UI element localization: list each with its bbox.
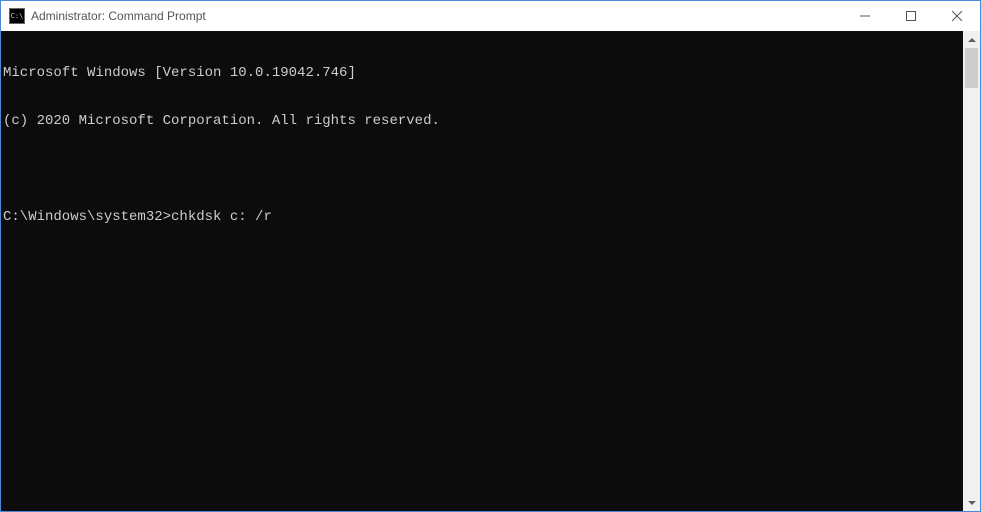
command-prompt-window: C:\ Administrator: Command Prompt Micros… <box>0 0 981 512</box>
titlebar[interactable]: C:\ Administrator: Command Prompt <box>1 1 980 31</box>
scroll-track[interactable] <box>963 48 980 494</box>
maximize-button[interactable] <box>888 1 934 31</box>
cmd-icon-text: C:\ <box>11 13 24 20</box>
terminal-prompt: C:\Windows\system32> <box>3 209 171 225</box>
terminal-wrapper: Microsoft Windows [Version 10.0.19042.74… <box>1 31 980 511</box>
terminal-line <box>3 161 963 177</box>
minimize-icon <box>860 11 870 21</box>
scroll-thumb[interactable] <box>965 48 978 88</box>
scroll-up-arrow[interactable] <box>963 31 980 48</box>
terminal-line: Microsoft Windows [Version 10.0.19042.74… <box>3 65 963 81</box>
terminal-command: chkdsk c: /r <box>171 209 272 225</box>
terminal[interactable]: Microsoft Windows [Version 10.0.19042.74… <box>1 31 963 511</box>
terminal-line: (c) 2020 Microsoft Corporation. All righ… <box>3 113 963 129</box>
window-title: Administrator: Command Prompt <box>31 9 842 23</box>
maximize-icon <box>906 11 916 21</box>
scroll-down-arrow[interactable] <box>963 494 980 511</box>
window-controls <box>842 1 980 31</box>
minimize-button[interactable] <box>842 1 888 31</box>
cmd-icon: C:\ <box>9 8 25 24</box>
vertical-scrollbar[interactable] <box>963 31 980 511</box>
close-button[interactable] <box>934 1 980 31</box>
close-icon <box>952 11 962 21</box>
chevron-up-icon <box>968 38 976 42</box>
terminal-prompt-line: C:\Windows\system32>chkdsk c: /r <box>3 209 963 225</box>
chevron-down-icon <box>968 501 976 505</box>
